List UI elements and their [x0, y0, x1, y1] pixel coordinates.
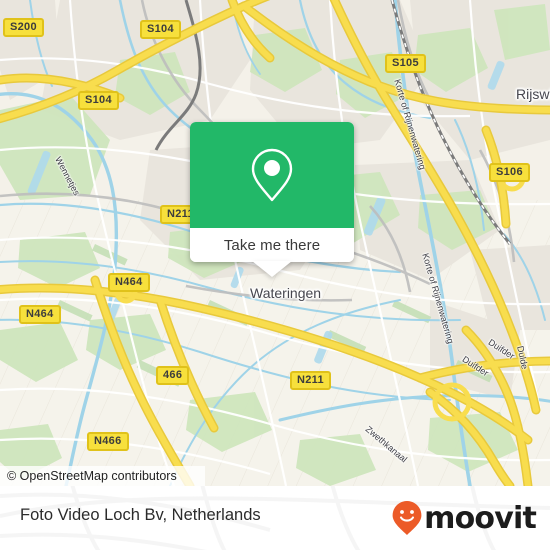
road-shield: S105: [385, 54, 426, 73]
map-canvas[interactable]: Wennetjes Korte of Rijnenwatering Korte …: [0, 0, 550, 486]
road-shield: N211: [290, 371, 331, 390]
moovit-pin-smile-icon: [392, 501, 422, 535]
road-shield: N466: [87, 432, 129, 451]
road-shield: 466: [156, 366, 190, 385]
road-shield: S104: [78, 91, 119, 110]
road-shield: N464: [108, 273, 150, 292]
road-shield: N464: [19, 305, 61, 324]
take-me-there-card[interactable]: Take me there: [190, 122, 354, 277]
moovit-map-page: Wennetjes Korte of Rijnenwatering Korte …: [0, 0, 550, 550]
attribution-text: © OpenStreetMap contributors: [7, 469, 177, 483]
moovit-logo[interactable]: moovit: [391, 500, 537, 536]
footer-bar: Foto Video Loch Bv, Netherlands moovit: [0, 486, 550, 550]
road-shield: S200: [3, 18, 44, 37]
moovit-wordmark: moovit: [424, 500, 537, 536]
map-pin-icon: [251, 148, 293, 202]
page-title: Foto Video Loch Bv, Netherlands: [20, 506, 261, 524]
take-me-there-label: Take me there: [223, 236, 321, 254]
card-cta-area[interactable]: Take me there: [190, 228, 354, 262]
road-shield: S106: [489, 163, 530, 182]
road-shield: S104: [140, 20, 181, 39]
card-pointer: [252, 261, 292, 277]
card-icon-area: [190, 122, 354, 228]
map-attribution[interactable]: © OpenStreetMap contributors: [0, 466, 205, 486]
